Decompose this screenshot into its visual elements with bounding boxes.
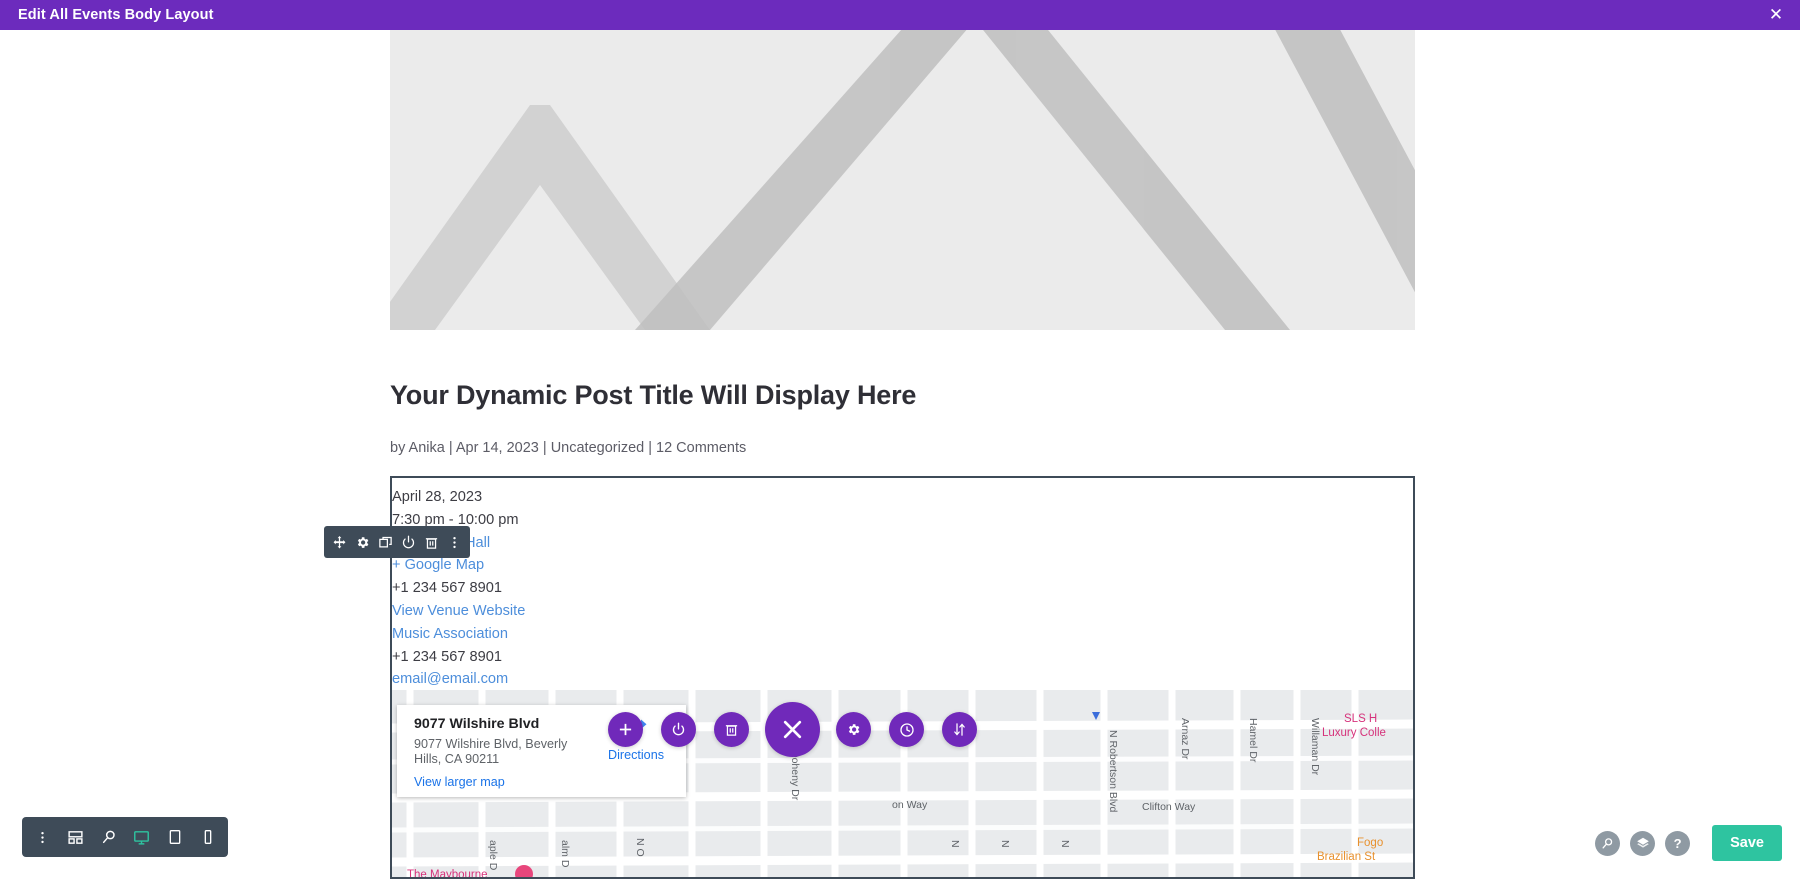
svg-text:N: N (999, 840, 1011, 848)
divi-builder-app: Edit All Events Body Layout ✕ Your Dynam… (0, 0, 1800, 879)
svg-text:aple D: aple D (487, 840, 499, 871)
organizer-phone: +1 234 567 8901 (392, 648, 502, 665)
move-icon[interactable] (328, 526, 351, 558)
bottom-right-controls: ? Save (1595, 825, 1782, 861)
zoom-icon[interactable] (92, 817, 125, 857)
event-date: April 28, 2023 (392, 489, 483, 505)
svg-text:Brazilian St: Brazilian St (1317, 851, 1376, 863)
svg-text:Fogo: Fogo (1357, 837, 1383, 849)
venue-phone: +1 234 567 8901 (392, 580, 502, 597)
tablet-icon[interactable] (158, 817, 191, 857)
desktop-icon[interactable] (125, 817, 158, 857)
map-card-address: 9077 Wilshire Blvd, Beverly Hills, CA 90… (414, 737, 568, 766)
svg-text:Doheny Dr: Doheny Dr (789, 750, 801, 801)
svg-text:SLS H: SLS H (1344, 713, 1377, 725)
svg-text:The Maybourne: The Maybourne (407, 869, 488, 879)
close-builder-menu-button[interactable] (765, 702, 820, 757)
view-larger-map-link[interactable]: View larger map (414, 775, 505, 789)
svg-text:N O: N O (634, 838, 646, 857)
toggle-power-button[interactable] (661, 712, 696, 747)
organizer-link[interactable]: Music Association (392, 623, 548, 646)
venue-website-link[interactable]: View Venue Website (392, 600, 548, 623)
svg-text:Clifton Way: Clifton Way (1142, 801, 1196, 813)
settings-gear-button[interactable] (836, 712, 871, 747)
post-title: Your Dynamic Post Title Will Display Her… (390, 380, 917, 410)
organizer-email-link[interactable]: email@email.com (392, 668, 548, 691)
sort-icon[interactable] (942, 712, 977, 747)
power-icon[interactable] (397, 526, 420, 558)
delete-button[interactable] (714, 712, 749, 747)
event-module[interactable]: April 28, 2023 7:30 pm - 10:00 pm Sympho… (390, 476, 1415, 879)
hero-placeholder-image (390, 30, 1415, 330)
top-bar: Edit All Events Body Layout ✕ (0, 0, 1800, 30)
view-mode-toolbar (22, 817, 228, 857)
svg-text:Arnaz Dr: Arnaz Dr (1179, 718, 1191, 760)
phone-icon[interactable] (191, 817, 224, 857)
gear-icon[interactable] (351, 526, 374, 558)
more-vertical-icon[interactable] (443, 526, 466, 558)
module-toolbar (324, 526, 470, 558)
add-section-button[interactable] (608, 712, 643, 747)
svg-text:Luxury Colle: Luxury Colle (1322, 727, 1386, 739)
svg-text:Hamel Dr: Hamel Dr (1247, 718, 1259, 763)
trash-icon[interactable] (420, 526, 443, 558)
directions-label: Directions (608, 748, 664, 762)
svg-text:Willaman Dr: Willaman Dr (1309, 718, 1321, 776)
wireframe-icon[interactable] (59, 817, 92, 857)
help-icon[interactable]: ? (1665, 830, 1691, 856)
more-vertical-icon[interactable] (26, 817, 59, 857)
svg-text:alm D: alm D (559, 840, 571, 868)
save-button[interactable]: Save (1712, 825, 1782, 861)
close-icon[interactable]: ✕ (1764, 0, 1788, 30)
page-canvas: Your Dynamic Post Title Will Display Her… (0, 30, 1800, 879)
map-card-title: 9077 Wilshire Blvd (414, 716, 540, 732)
page-title: Edit All Events Body Layout (18, 7, 214, 23)
search-icon[interactable] (1595, 830, 1621, 856)
svg-text:N Robertson Blvd: N Robertson Blvd (1107, 730, 1119, 812)
svg-text:N: N (1059, 840, 1071, 848)
duplicate-icon[interactable] (374, 526, 397, 558)
post-meta: by Anika | Apr 14, 2023 | Uncategorized … (390, 440, 747, 456)
history-icon[interactable] (889, 712, 924, 747)
map-info-card: 9077 Wilshire Blvd 9077 Wilshire Blvd, B… (397, 705, 686, 797)
svg-text:N: N (949, 840, 961, 848)
placeholder-graphic (390, 30, 1415, 330)
svg-text:on Way: on Way (892, 799, 928, 811)
layers-icon[interactable] (1630, 830, 1656, 856)
